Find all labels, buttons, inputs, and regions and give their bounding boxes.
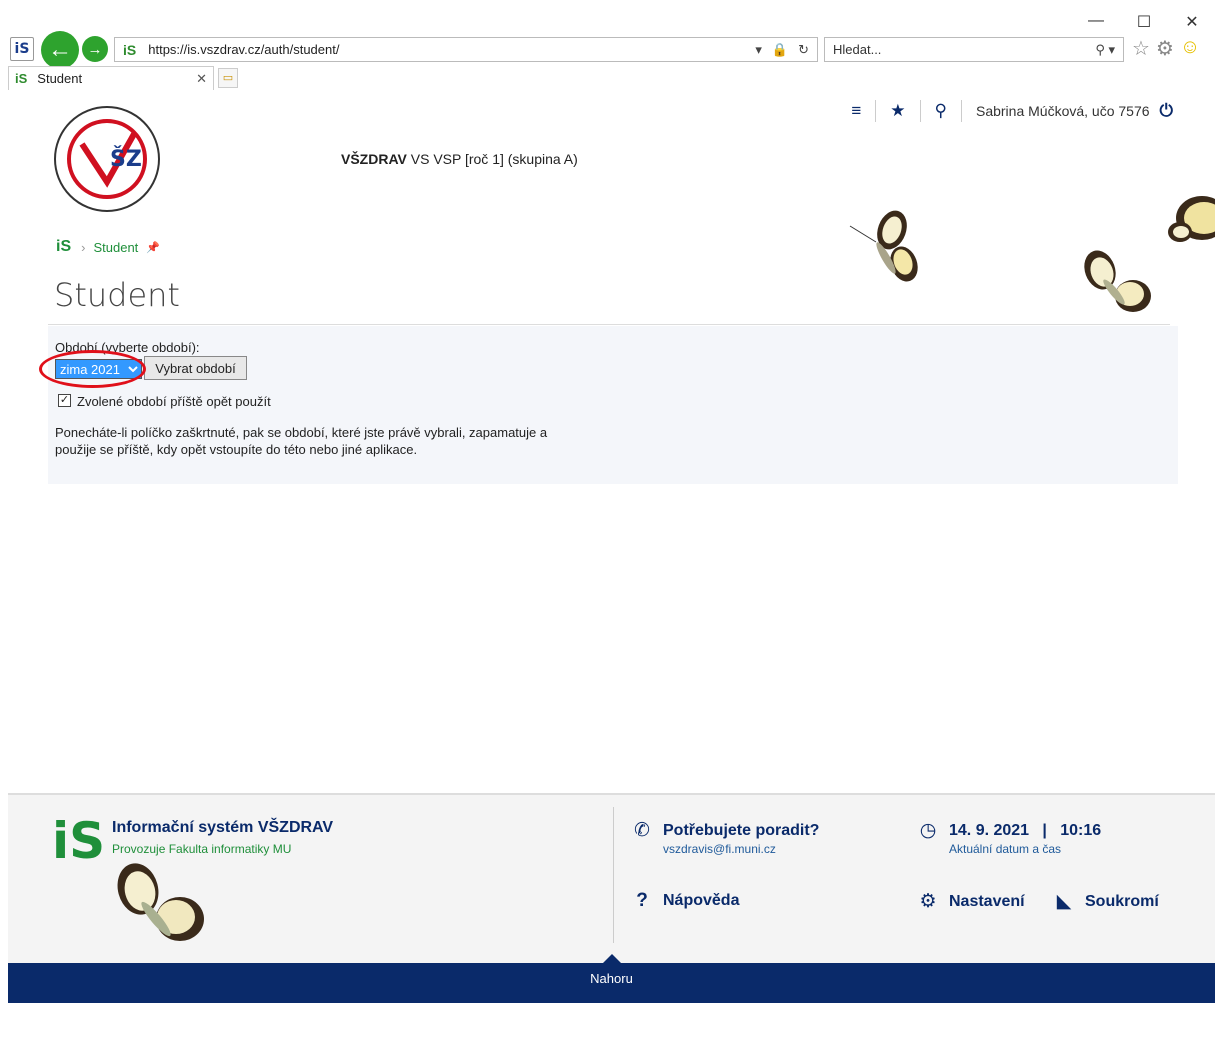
site-logo-icon[interactable]: iS [10,37,34,61]
power-icon[interactable]: ⏻ [1160,101,1173,121]
gear-icon: ⚙ [919,891,937,912]
period-select[interactable]: zima 2021 [55,359,142,379]
menu-icon[interactable]: ≡ [837,100,877,122]
user-name[interactable]: Sabrina Múčková, učo 7576 [962,103,1150,119]
napoveda-link[interactable]: ? Nápověda [631,890,739,912]
back-to-top-bar[interactable]: Nahoru [8,954,1215,1003]
butterfly-image-3 [1168,196,1215,242]
gear-icon[interactable]: ⚙ [1156,36,1174,61]
address-url[interactable]: https://is.vszdrav.cz/auth/student/ [148,42,339,57]
tab-row: iS Student ✕ ▭ [8,66,1208,90]
search-placeholder: Hledat... [833,42,882,57]
period-note: Ponecháte-li políčko zaškrtnuté, pak se … [55,425,548,457]
soukromi-label[interactable]: Soukromí [1085,893,1159,911]
header-study-info: VŠZDRAV VS VSP [roč 1] (skupina A) [341,151,578,167]
caret-up-icon [603,954,621,963]
datetime: ◷ 14. 9. 2021 | 10:16 [917,819,1101,842]
butterfly-image [849,210,918,282]
napoveda-label[interactable]: Nápověda [663,892,739,910]
study-info: VS VSP [roč 1] (skupina A) [410,151,578,167]
search-bar[interactable]: Hledat... ⚲ ▾ [824,37,1124,62]
breadcrumb: iS › Student 📌 [56,238,160,256]
period-panel: Období (vyberte období): zima 2021 Vybra… [39,326,1178,484]
footer-title[interactable]: Informační systém VŠZDRAV [112,819,333,837]
back-button[interactable]: ← [41,31,79,69]
favorites-star-icon[interactable]: ☆ [1132,36,1150,61]
maximize-icon[interactable]: ☐ [1135,12,1153,32]
page-title: Student [54,276,180,314]
minimize-icon[interactable]: — [1087,12,1105,32]
is-home-icon[interactable]: iS [56,238,71,256]
footer-subtitle[interactable]: Provozuje Fakulta informatiky MU [112,842,291,856]
phone-icon: ✆ [634,820,650,841]
page: ŠZ VŠZDRAV VS VSP [roč 1] (skupina A) ≡ … [8,90,1215,1059]
question-icon: ? [636,890,648,911]
favicon-icon: iS [123,41,137,58]
school-logo: ŠZ [54,106,160,212]
nastaveni-label[interactable]: Nastavení [949,893,1025,911]
browser-tools: ☆ ⚙ ☺ [1132,36,1200,61]
tab-title: Student [37,71,83,86]
arrow-left-icon: ← [48,36,72,63]
tab-close-icon[interactable]: ✕ [196,71,207,87]
clock-icon: ◷ [919,820,937,841]
footer-divider [613,807,614,943]
dropdown-icon[interactable]: ▾ [755,42,762,58]
footer-butterfly-image [117,863,204,941]
footer-is-logo[interactable]: iS [52,813,105,869]
browser-navbar: iS ← → iS https://is.vszdrav.cz/auth/stu… [8,31,1208,69]
footer: iS Informační systém VŠZDRAV Provozuje F… [8,793,1215,963]
help-email[interactable]: vszdravis@fi.muni.cz [663,842,776,856]
refresh-icon[interactable]: ↻ [798,42,809,58]
smiley-icon[interactable]: ☺ [1180,36,1200,61]
user-toolbar: ≡ ★ ⚲ Sabrina Múčková, učo 7576 ⏻ [837,100,1173,122]
nastaveni-link[interactable]: ⚙ Nastavení [917,890,1025,913]
period-label: Období (vyberte období): [55,340,200,355]
new-tab-button[interactable]: ▭ [218,68,238,88]
datetime-label: Aktuální datum a čas [949,842,1062,856]
chevron-right-icon: › [81,239,86,255]
close-icon[interactable]: ✕ [1183,12,1201,32]
arrow-right-icon: → [87,40,103,58]
back-to-top-label[interactable]: Nahoru [590,971,633,986]
datetime-value: 14. 9. 2021 | 10:16 [949,821,1102,839]
star-icon[interactable]: ★ [876,100,921,122]
svg-text:ŠZ: ŠZ [110,146,142,172]
soukromi-link[interactable]: ◣ Soukromí [1053,890,1159,913]
remember-period-label[interactable]: Zvolené období příště opět použít [77,394,271,409]
title-divider [48,324,1170,325]
address-bar[interactable]: iS https://is.vszdrav.cz/auth/student/ ▾… [114,37,818,62]
forward-button[interactable]: → [82,36,108,62]
org-name: VŠZDRAV [341,151,407,167]
privacy-icon: ◣ [1056,891,1072,912]
remember-period-checkbox[interactable]: ✓ [58,394,71,407]
lock-icon[interactable]: 🔒 [772,42,788,58]
search-icon[interactable]: ⚲ ▾ [1095,42,1123,58]
pin-icon[interactable]: 📌 [146,241,160,254]
help-title[interactable]: Potřebujete poradit? [663,822,819,840]
select-period-button[interactable]: Vybrat období [144,356,247,380]
search-icon[interactable]: ⚲ [921,100,962,122]
tab-favicon-icon: iS [15,71,28,86]
window-controls: — ☐ ✕ [1087,12,1201,32]
butterfly-image-2 [1084,250,1151,312]
breadcrumb-student[interactable]: Student [93,240,138,255]
tab-student[interactable]: iS Student ✕ [8,66,214,90]
help-contact[interactable]: ✆ Potřebujete poradit? [631,819,819,842]
